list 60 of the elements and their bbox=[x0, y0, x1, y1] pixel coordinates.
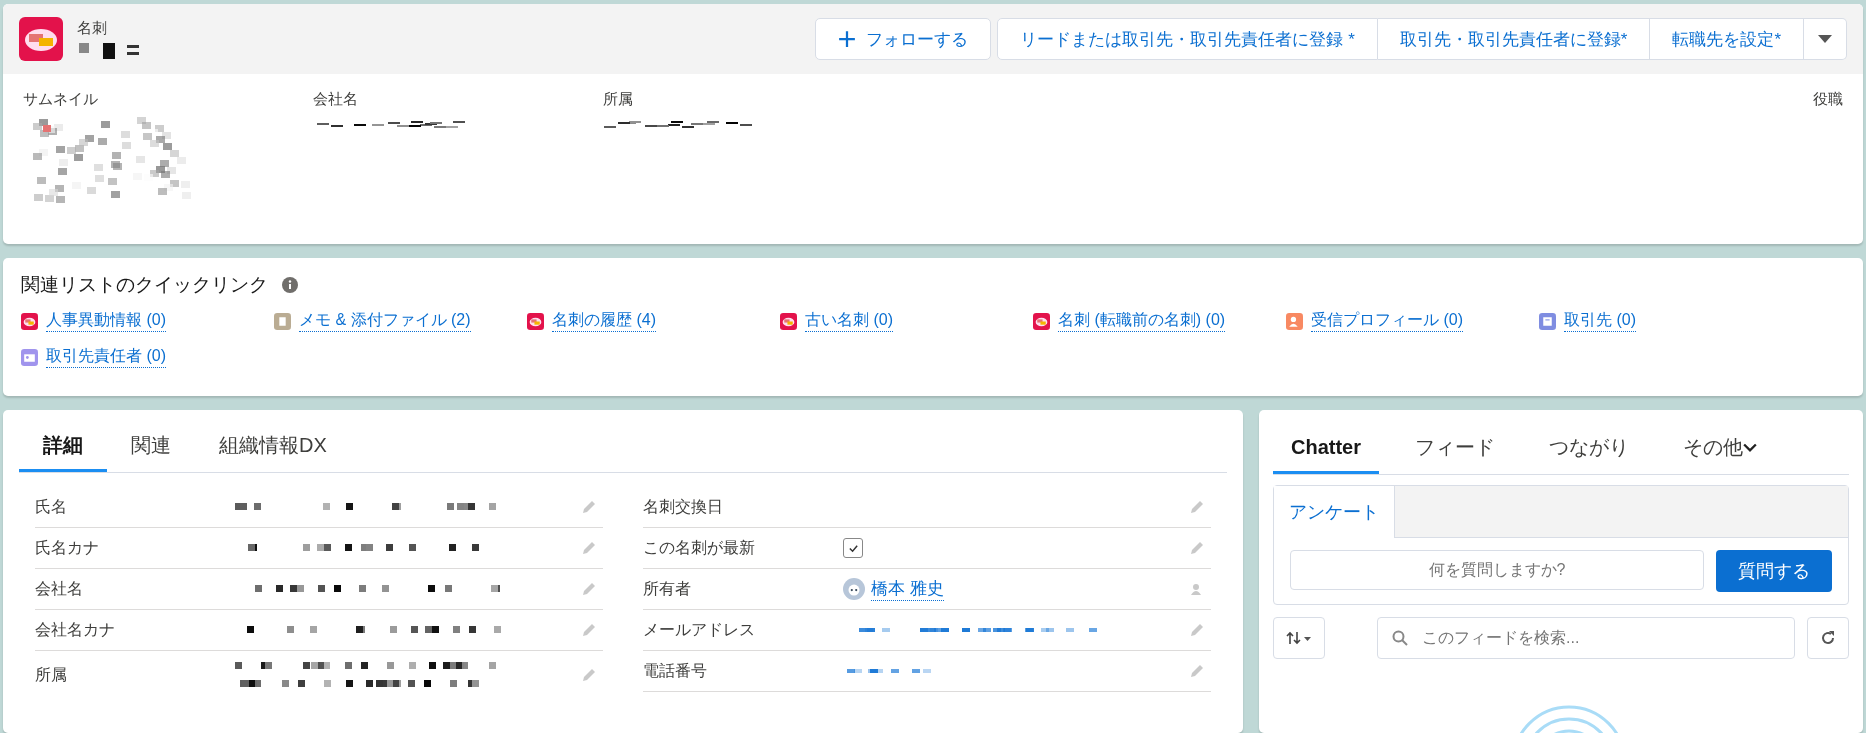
field-label: 氏名カナ bbox=[35, 537, 100, 558]
field-label: サムネイル bbox=[23, 90, 99, 109]
owner-link[interactable]: 橋本 雅史 bbox=[871, 577, 944, 601]
tab[interactable]: Chatter bbox=[1273, 420, 1379, 474]
field-label: 氏名 bbox=[35, 496, 68, 517]
field-label: 電話番号 bbox=[643, 660, 708, 681]
info-icon bbox=[282, 277, 298, 293]
edit-icon[interactable] bbox=[581, 581, 597, 597]
related-list-link[interactable]: メモ & 添付ファイル (2) bbox=[299, 310, 471, 332]
edit-icon[interactable] bbox=[1189, 499, 1205, 515]
field-label: 名刺交換日 bbox=[643, 496, 724, 517]
search-icon bbox=[1392, 630, 1408, 646]
edit-icon[interactable] bbox=[581, 667, 597, 683]
related-list-link[interactable]: 取引先責任者 (0) bbox=[46, 346, 166, 368]
action-button[interactable]: 取引先・取引先責任者に登録* bbox=[1377, 18, 1651, 60]
tab[interactable]: 詳細 bbox=[19, 420, 107, 472]
follow-button[interactable]: フォローする bbox=[815, 18, 992, 60]
tab[interactable]: 関連 bbox=[107, 420, 195, 472]
related-list-link[interactable]: 取引先 (0) bbox=[1564, 310, 1636, 332]
related-list-link[interactable]: 名刺 (転職前の名刺) (0) bbox=[1058, 310, 1226, 332]
business-card-icon bbox=[19, 17, 63, 61]
publisher-tab[interactable]: アンケート bbox=[1274, 486, 1395, 538]
tab[interactable]: フィード bbox=[1397, 420, 1513, 474]
tab[interactable]: 組織情報DX bbox=[195, 420, 351, 472]
action-button[interactable]: リードまたは取引先・取引先責任者に登録 * bbox=[997, 18, 1378, 60]
dropdown-arrow-icon bbox=[1818, 35, 1832, 43]
quick-links-title: 関連リストのクイックリンク bbox=[21, 273, 268, 297]
edit-icon[interactable] bbox=[1189, 540, 1205, 556]
field-label: 会社名 bbox=[313, 90, 359, 109]
related-list-link[interactable]: 古い名刺 (0) bbox=[805, 310, 893, 332]
related-list-link[interactable]: 名刺の履歴 (4) bbox=[552, 310, 656, 332]
feed-search-field[interactable]: このフィードを検索... bbox=[1377, 617, 1795, 659]
sort-arrows-icon bbox=[1286, 631, 1312, 645]
related-list-link[interactable]: 受信プロフィール (0) bbox=[1311, 310, 1463, 332]
field-label: 役職 bbox=[1813, 90, 1843, 109]
object-label: 名刺 bbox=[77, 19, 108, 38]
tab[interactable]: その他 bbox=[1665, 420, 1775, 474]
field-label: この名刺が最新 bbox=[643, 537, 756, 558]
more-actions-button[interactable] bbox=[1804, 18, 1847, 60]
field-label: 会社名 bbox=[35, 578, 84, 599]
edit-icon[interactable] bbox=[581, 622, 597, 638]
question-input[interactable]: 何を質問しますか? bbox=[1290, 550, 1704, 590]
ask-button[interactable]: 質問する bbox=[1716, 550, 1832, 592]
edit-icon[interactable] bbox=[1189, 622, 1205, 638]
action-button[interactable]: 転職先を設定* bbox=[1650, 18, 1804, 60]
edit-icon[interactable] bbox=[581, 499, 597, 515]
edit-icon[interactable] bbox=[1189, 663, 1205, 679]
plus-icon bbox=[838, 30, 857, 48]
tab[interactable]: つながり bbox=[1531, 420, 1647, 474]
field-label: 所属 bbox=[35, 664, 68, 685]
field-label: 所有者 bbox=[643, 578, 692, 599]
field-label: メールアドレス bbox=[643, 619, 756, 640]
refresh-icon bbox=[1820, 630, 1836, 646]
edit-icon[interactable] bbox=[581, 540, 597, 556]
field-label: 会社名カナ bbox=[35, 619, 116, 640]
related-list-link[interactable]: 人事異動情報 (0) bbox=[46, 310, 166, 332]
field-label: 所属 bbox=[603, 90, 634, 109]
sort-button[interactable] bbox=[1273, 617, 1325, 659]
user-avatar-icon bbox=[843, 578, 865, 600]
refresh-button[interactable] bbox=[1807, 617, 1849, 659]
